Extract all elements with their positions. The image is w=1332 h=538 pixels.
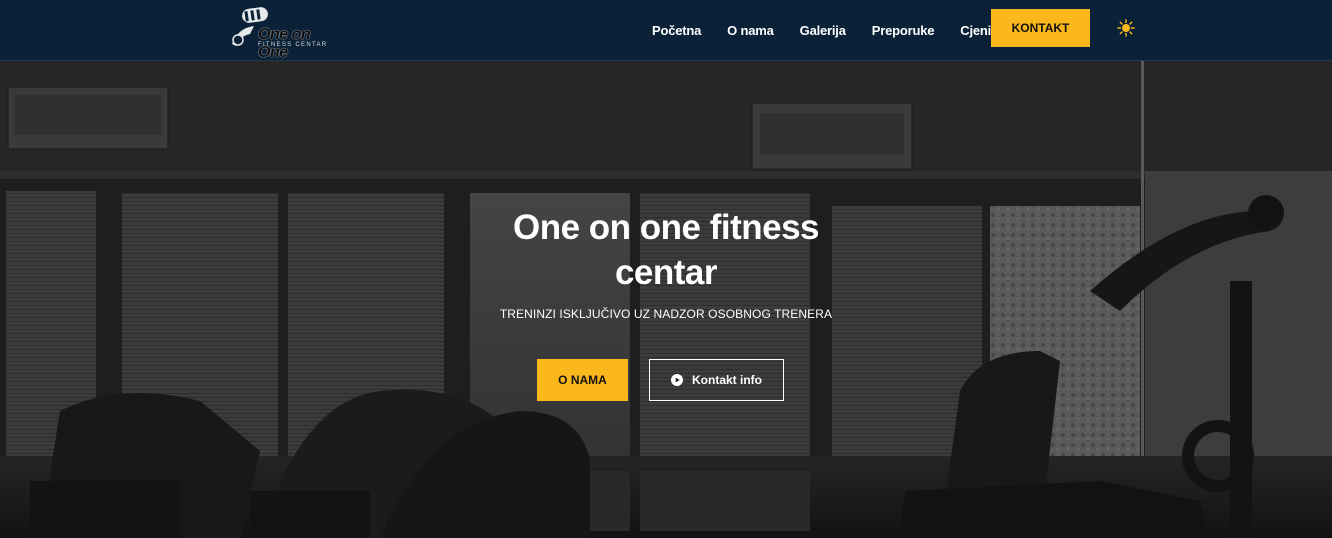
o-nama-button[interactable]: O NAMA [537,359,628,401]
site-header: One on One FITNESS CENTAR Početna O nama… [0,0,1332,61]
nav-item-pocetna[interactable]: Početna [652,23,701,38]
nav-item-preporuke[interactable]: Preporuke [872,23,935,38]
site-logo[interactable]: One on One FITNESS CENTAR [228,4,328,61]
kontakt-info-button-label: Kontakt info [692,373,762,387]
logo-subtitle: FITNESS CENTAR [258,42,328,48]
kontakt-info-button[interactable]: Kontakt info [649,359,784,401]
kontakt-button[interactable]: KONTAKT [991,9,1090,47]
play-circle-icon [671,374,683,386]
nav-item-galerija[interactable]: Galerija [800,23,846,38]
hero-subtitle: TRENINZI ISKLJUČIVO UZ NADZOR OSOBNOG TR… [499,307,833,321]
main-nav: Početna O nama Galerija Preporuke Cjenik [640,0,1024,61]
sun-icon[interactable] [1117,19,1135,37]
hero-section: One on one fitness centar TRENINZI ISKLJ… [0,61,1332,538]
hero-content: One on one fitness centar TRENINZI ISKLJ… [0,61,1332,538]
o-nama-button-label: O NAMA [558,373,607,387]
hero-title: One on one fitness centar [512,208,820,292]
nav-item-o-nama[interactable]: O nama [727,23,774,38]
